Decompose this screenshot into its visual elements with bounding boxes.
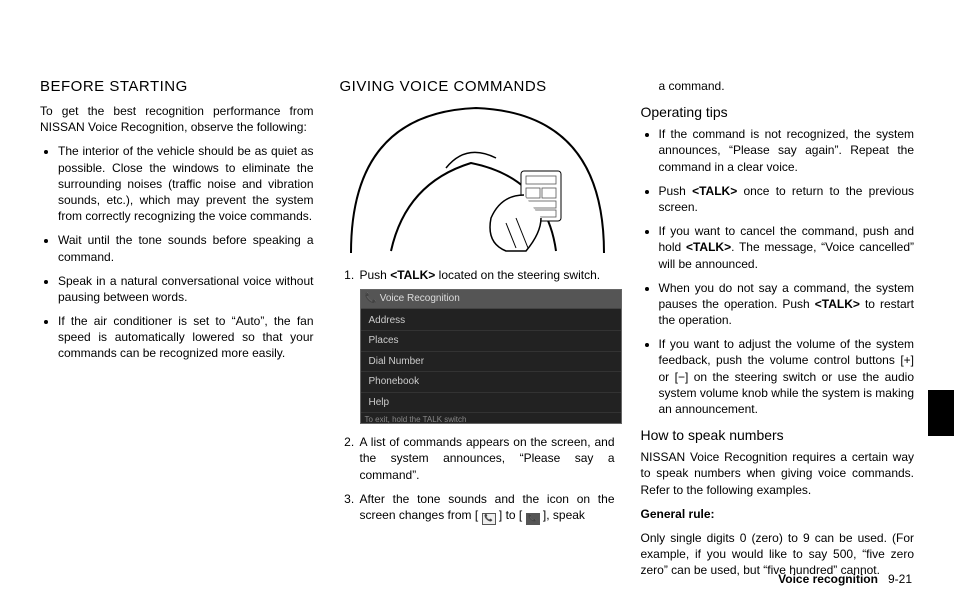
list-item: Push <TALK> once to return to the previo… xyxy=(659,183,915,215)
talk-command: <TALK> xyxy=(692,184,737,198)
heading-before-starting: BEFORE STARTING xyxy=(40,78,314,95)
list-item: Speak in a natural conversational voice … xyxy=(58,273,314,305)
general-rule-label: General rule: xyxy=(641,506,915,522)
step-text: located on the steering switch. xyxy=(435,268,600,282)
list-item: When you do not say a command, the syste… xyxy=(659,280,915,329)
intro-paragraph: To get the best recognition performance … xyxy=(40,103,314,135)
menu-item: Places xyxy=(361,331,621,352)
manual-page: BEFORE STARTING To get the best recognit… xyxy=(0,0,954,608)
column-1: BEFORE STARTING To get the best recognit… xyxy=(40,78,314,587)
speak-numbers-body: NISSAN Voice Recognition requires a cert… xyxy=(641,449,915,498)
talk-command: <TALK> xyxy=(686,240,731,254)
step-text: ], speak xyxy=(540,508,585,522)
list-item: If the air conditioner is set to “Auto”,… xyxy=(58,313,314,362)
heading-operating-tips: Operating tips xyxy=(641,104,915,120)
list-item: If you want to cancel the command, push … xyxy=(659,223,915,272)
voice-recognition-screenshot: 📞 Voice Recognition Address Places Dial … xyxy=(360,289,622,424)
footer-section: Voice recognition xyxy=(778,572,878,586)
operating-tips-list: If the command is not recognized, the sy… xyxy=(641,126,915,417)
talk-active-icon: 📞 xyxy=(526,513,540,525)
page-footer: Voice recognition 9-21 xyxy=(778,572,912,586)
menu-item: Address xyxy=(361,311,621,332)
menu-item: Help xyxy=(361,393,621,414)
step-2: A list of commands appears on the screen… xyxy=(358,434,615,483)
screenshot-menu: Address Places Dial Number Phonebook Hel… xyxy=(361,309,621,414)
thumb-index-tab xyxy=(928,390,954,436)
step-3: After the tone sounds and the icon on th… xyxy=(358,491,615,525)
heading-giving-voice-commands: GIVING VOICE COMMANDS xyxy=(340,78,615,95)
list-item: Wait until the tone sounds before speaki… xyxy=(58,232,314,264)
list-item: If the command is not recognized, the sy… xyxy=(659,126,915,175)
step-text: Push xyxy=(360,268,391,282)
screenshot-title: 📞 Voice Recognition xyxy=(361,290,621,309)
continuation-text: a command. xyxy=(659,78,915,94)
column-2: GIVING VOICE COMMANDS xyxy=(340,78,615,587)
talk-command: <TALK> xyxy=(815,297,860,311)
steering-wheel-illustration xyxy=(346,103,608,253)
page-number: 9-21 xyxy=(888,572,912,586)
menu-item: Phonebook xyxy=(361,372,621,393)
talk-idle-icon: 📞 xyxy=(482,513,496,525)
step-1: Push <TALK> located on the steering swit… xyxy=(358,267,615,424)
list-item: The interior of the vehicle should be as… xyxy=(58,143,314,224)
steps-list: Push <TALK> located on the steering swit… xyxy=(340,267,615,525)
step-text: ] to [ xyxy=(496,508,526,522)
heading-speak-numbers: How to speak numbers xyxy=(641,427,915,443)
menu-item: Dial Number xyxy=(361,352,621,373)
column-container: BEFORE STARTING To get the best recognit… xyxy=(40,78,914,587)
talk-command: <TALK> xyxy=(390,268,435,282)
column-3: a command. Operating tips If the command… xyxy=(641,78,915,587)
list-item: If you want to adjust the volume of the … xyxy=(659,336,915,417)
before-starting-list: The interior of the vehicle should be as… xyxy=(40,143,314,361)
screenshot-footer: To exit, hold the TALK switch xyxy=(361,413,621,428)
